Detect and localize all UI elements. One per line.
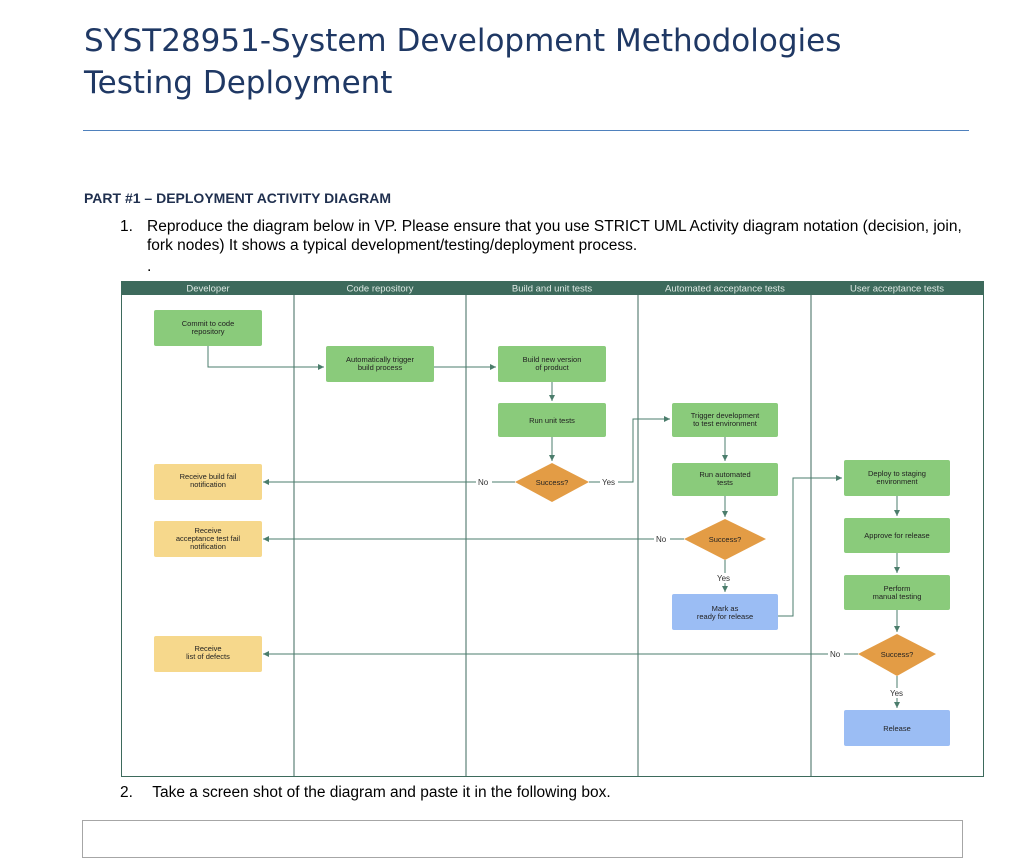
node-manual-testing-line2: manual testing <box>873 592 922 601</box>
decision-success-1-label: Success? <box>536 478 569 487</box>
stray-dot: . <box>147 258 152 275</box>
label-no: No <box>830 650 841 659</box>
label-yes: Yes <box>890 689 903 698</box>
title-divider <box>83 130 969 131</box>
document-title: SYST28951-System Development Methodologi… <box>84 20 841 104</box>
step-1-number: 1. <box>120 218 133 235</box>
node-defects-line2: list of defects <box>186 652 230 661</box>
title-line-1: SYST28951-System Development Methodologi… <box>84 23 842 59</box>
step-2-text: Take a screen shot of the diagram and pa… <box>152 784 611 801</box>
node-run-unit-line1: Run unit tests <box>529 416 575 425</box>
decision-success-2-label: Success? <box>709 535 742 544</box>
step-2: 2. Take a screen shot of the diagram and… <box>120 784 611 802</box>
label-no: No <box>656 535 667 544</box>
lane-build-unit-tests: Build and unit tests <box>512 284 593 295</box>
activity-diagram: Developer Code repository Build and unit… <box>121 281 984 777</box>
lane-code-repository: Code repository <box>346 284 413 295</box>
step-2-number: 2. <box>120 784 133 801</box>
node-deploy-staging-line2: environment <box>876 477 918 486</box>
label-yes: Yes <box>717 574 730 583</box>
node-build-new-line2: of product <box>535 363 569 372</box>
node-build-fail-line2: notification <box>190 480 226 489</box>
label-no: No <box>478 478 489 487</box>
lane-automated-acceptance: Automated acceptance tests <box>665 284 785 295</box>
step-1-text: Reproduce the diagram below in VP. Pleas… <box>147 218 962 254</box>
node-accept-fail-line3: notification <box>190 542 226 551</box>
node-trigger-build-line2: build process <box>358 363 402 372</box>
title-line-2: Testing Deployment <box>84 65 393 101</box>
node-commit-line2: repository <box>192 327 225 336</box>
label-yes: Yes <box>602 478 615 487</box>
decision-success-3-label: Success? <box>881 650 914 659</box>
node-run-auto-line2: tests <box>717 478 733 487</box>
node-mark-ready-line2: ready for release <box>697 612 753 621</box>
node-trigger-dev-line2: to test environment <box>693 419 758 428</box>
node-release-line1: Release <box>883 724 911 733</box>
lane-user-acceptance: User acceptance tests <box>850 284 944 295</box>
part-heading: PART #1 – DEPLOYMENT ACTIVITY DIAGRAM <box>84 190 391 206</box>
lane-developer: Developer <box>186 284 229 295</box>
screenshot-answer-box[interactable] <box>82 820 963 858</box>
node-approve-line1: Approve for release <box>864 531 929 540</box>
